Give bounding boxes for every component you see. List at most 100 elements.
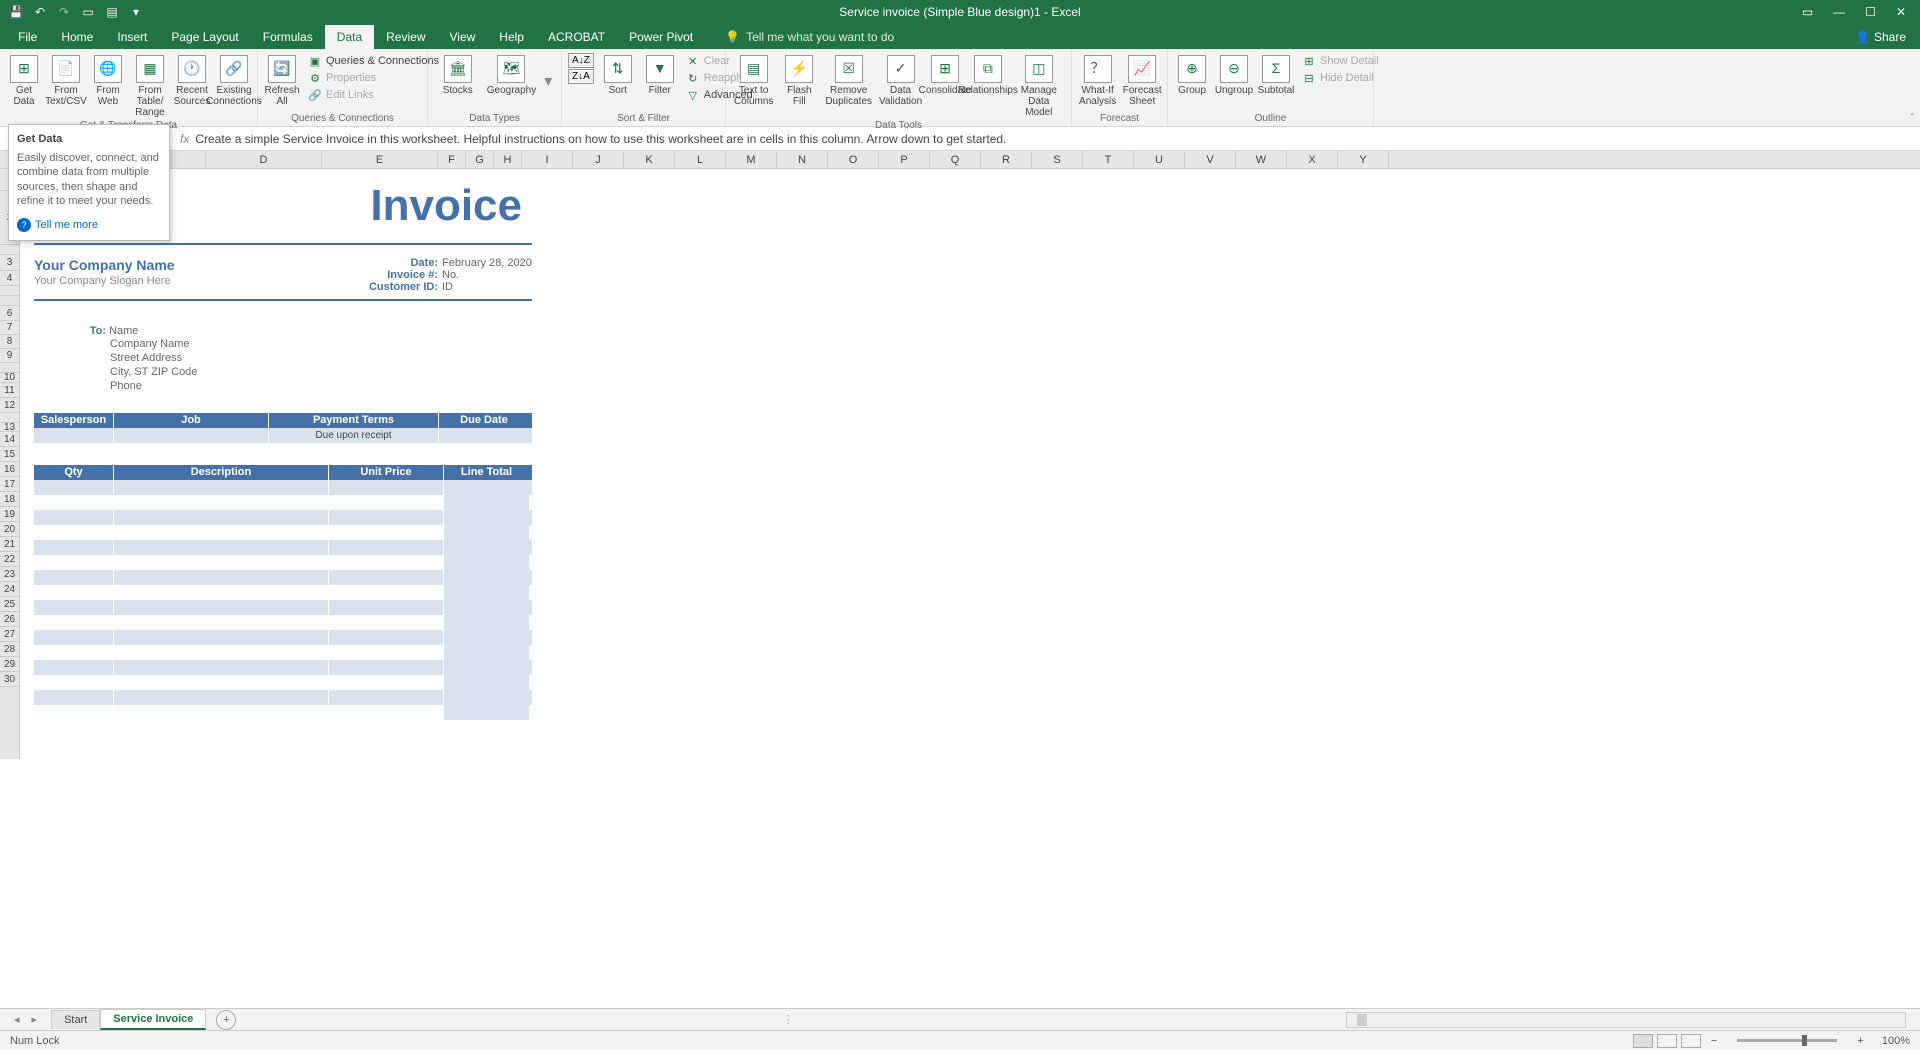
minimize-icon[interactable]: — xyxy=(1833,5,1845,19)
row-header[interactable]: 29 xyxy=(0,657,19,672)
item-row[interactable] xyxy=(34,570,532,585)
tab-view[interactable]: View xyxy=(438,25,488,49)
column-header[interactable]: N xyxy=(777,151,828,168)
datatype-expand-icon[interactable]: ▾ xyxy=(544,71,552,91)
geography-button[interactable]: 🗺Geography xyxy=(481,51,542,96)
data-model-button[interactable]: ◫Manage Data Model xyxy=(1011,51,1067,118)
row-header[interactable]: 9 xyxy=(0,349,19,363)
row-header[interactable]: 16 xyxy=(0,462,19,477)
item-row[interactable] xyxy=(34,690,532,705)
item-row[interactable] xyxy=(34,480,532,495)
add-sheet-button[interactable]: + xyxy=(216,1010,236,1030)
row-header[interactable]: 14 xyxy=(0,432,19,447)
remove-duplicates-button[interactable]: ☒Remove Duplicates xyxy=(821,51,876,107)
whatif-button[interactable]: ？What-If Analysis xyxy=(1076,51,1119,107)
column-header[interactable]: M xyxy=(726,151,777,168)
row-header[interactable]: 26 xyxy=(0,612,19,627)
row-header[interactable]: 24 xyxy=(0,582,19,597)
queries-connections-button[interactable]: ▣Queries & Connections xyxy=(304,53,443,69)
column-header[interactable]: O xyxy=(828,151,879,168)
item-row[interactable] xyxy=(34,585,532,600)
page-layout-view-button[interactable] xyxy=(1657,1034,1677,1048)
column-header[interactable]: K xyxy=(624,151,675,168)
fx-icon[interactable]: fx xyxy=(180,132,189,146)
undo-icon[interactable]: ↶ xyxy=(32,4,48,20)
filter-button[interactable]: ▼Filter xyxy=(640,51,680,96)
item-row[interactable] xyxy=(34,600,532,615)
from-csv-button[interactable]: 📄From Text/CSV xyxy=(46,51,86,107)
row-header[interactable]: 28 xyxy=(0,642,19,657)
relationships-button[interactable]: ⧉Relationships xyxy=(967,51,1009,96)
row-header[interactable]: 15 xyxy=(0,447,19,462)
column-header[interactable]: G xyxy=(466,151,494,168)
sheet-tab-service-invoice[interactable]: Service Invoice xyxy=(100,1009,206,1030)
column-header[interactable]: V xyxy=(1185,151,1236,168)
redo-icon[interactable]: ↷ xyxy=(56,4,72,20)
column-header[interactable]: Y xyxy=(1338,151,1389,168)
row-header[interactable]: 20 xyxy=(0,522,19,537)
ribbon-options-icon[interactable]: ▭ xyxy=(1802,5,1813,19)
row-header[interactable]: 23 xyxy=(0,567,19,582)
tab-powerpivot[interactable]: Power Pivot xyxy=(617,25,705,49)
properties-button[interactable]: ⚙Properties xyxy=(304,70,443,86)
sheet-tab-start[interactable]: Start xyxy=(51,1010,100,1029)
column-header[interactable]: J xyxy=(573,151,624,168)
row-header[interactable]: 27 xyxy=(0,627,19,642)
tooltip-tell-me-more[interactable]: ? Tell me more xyxy=(17,218,161,232)
sheet-nav-prev-icon[interactable]: ◂ xyxy=(14,1013,20,1026)
tab-insert[interactable]: Insert xyxy=(105,25,159,49)
item-row[interactable] xyxy=(34,540,532,555)
tab-formulas[interactable]: Formulas xyxy=(251,25,325,49)
row-header[interactable]: 6 xyxy=(0,306,19,321)
row-header[interactable]: 21 xyxy=(0,537,19,552)
column-header[interactable]: W xyxy=(1236,151,1287,168)
tab-home[interactable]: Home xyxy=(49,25,105,49)
sort-az-icon[interactable]: A↓Z xyxy=(568,53,594,68)
subtotal-button[interactable]: ΣSubtotal xyxy=(1256,51,1296,96)
row-header[interactable]: 13 xyxy=(0,423,19,432)
column-header[interactable]: U xyxy=(1134,151,1185,168)
column-header[interactable]: E xyxy=(322,151,438,168)
item-row[interactable] xyxy=(34,645,532,660)
column-header[interactable]: P xyxy=(879,151,930,168)
row-header[interactable] xyxy=(0,296,19,306)
zoom-in-button[interactable]: + xyxy=(1851,1035,1869,1047)
row-header[interactable]: 19 xyxy=(0,507,19,522)
item-row[interactable] xyxy=(34,630,532,645)
tab-page-layout[interactable]: Page Layout xyxy=(159,25,250,49)
zoom-slider[interactable] xyxy=(1737,1039,1837,1042)
share-button[interactable]: 👤 Share xyxy=(1841,25,1920,49)
tab-data[interactable]: Data xyxy=(325,25,374,49)
row-header[interactable]: 18 xyxy=(0,492,19,507)
from-web-button[interactable]: 🌐From Web xyxy=(88,51,128,107)
row-header[interactable]: 25 xyxy=(0,597,19,612)
new-file-icon[interactable]: ▭ xyxy=(80,4,96,20)
row-header[interactable]: 10 xyxy=(0,373,19,383)
forecast-sheet-button[interactable]: 📈Forecast Sheet xyxy=(1121,51,1163,107)
row-header[interactable]: 7 xyxy=(0,321,19,335)
row-header[interactable]: 22 xyxy=(0,552,19,567)
zoom-level[interactable]: 100% xyxy=(1874,1035,1910,1047)
ungroup-button[interactable]: ⊖Ungroup xyxy=(1214,51,1254,96)
row-header[interactable]: 17 xyxy=(0,477,19,492)
item-row[interactable] xyxy=(34,510,532,525)
column-header[interactable]: R xyxy=(981,151,1032,168)
group-button[interactable]: ⊕Group xyxy=(1172,51,1212,96)
item-row[interactable] xyxy=(34,675,532,690)
item-row[interactable] xyxy=(34,495,532,510)
tab-help[interactable]: Help xyxy=(487,25,536,49)
column-header[interactable]: L xyxy=(675,151,726,168)
column-header[interactable]: D xyxy=(206,151,322,168)
refresh-all-button[interactable]: 🔄Refresh All xyxy=(262,51,302,107)
zoom-out-button[interactable]: − xyxy=(1705,1035,1723,1047)
sort-za-icon[interactable]: Z↓A xyxy=(568,69,594,84)
row-header[interactable]: 3 xyxy=(0,255,19,271)
normal-view-button[interactable] xyxy=(1633,1034,1653,1048)
item-row[interactable] xyxy=(34,525,532,540)
column-header[interactable]: T xyxy=(1083,151,1134,168)
save-icon[interactable]: 💾 xyxy=(8,4,24,20)
item-row[interactable] xyxy=(34,615,532,630)
qat-dropdown-icon[interactable]: ▾ xyxy=(128,4,144,20)
column-header[interactable]: Q xyxy=(930,151,981,168)
row-header[interactable]: 8 xyxy=(0,335,19,349)
